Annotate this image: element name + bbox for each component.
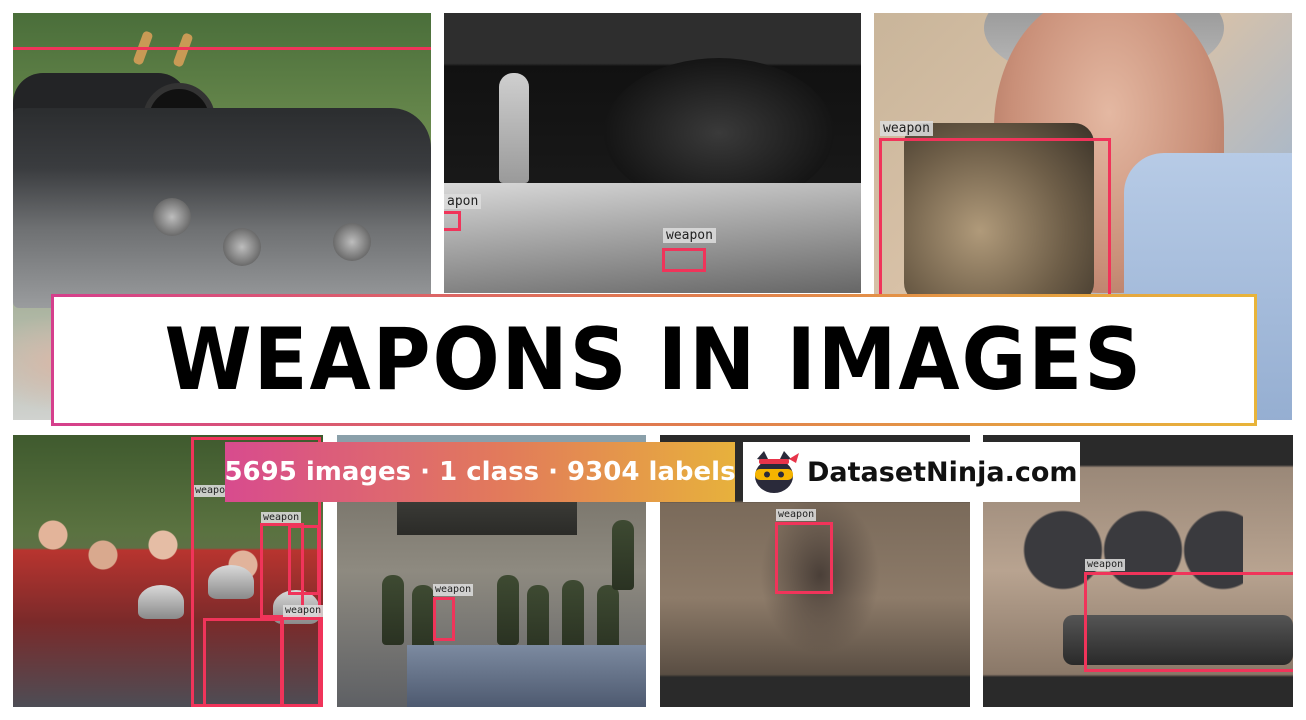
sample-image-night-scene: apon weapon [444,13,861,293]
bounding-box [879,138,1111,298]
page-title: WEAPONS IN IMAGES [164,310,1144,410]
annotation-label: weapon [776,509,817,521]
bounding-box [433,597,455,641]
brand-badge[interactable]: DatasetNinja.com [743,442,1080,502]
bounding-box [1084,572,1293,672]
annotation-label: weapon [880,121,933,136]
annotation-label: weapon [663,228,716,243]
bounding-box [775,522,833,594]
annotation-label: weapon [1085,559,1126,571]
bounding-box [288,525,320,595]
brand-name: DatasetNinja.com [807,456,1078,488]
dataset-stats-badge: 5695 images · 1 class · 9304 labels [224,442,736,502]
title-banner: WEAPONS IN IMAGES [51,294,1257,426]
annotation-label: weapon [433,584,474,596]
bounding-box [203,618,283,707]
bounding-box [444,211,461,231]
bounding-box [662,248,706,272]
bounding-box [281,617,323,707]
annotation-label: weapon [283,605,323,617]
ninja-cat-icon [755,451,799,493]
annotation-label: apon [444,194,482,209]
